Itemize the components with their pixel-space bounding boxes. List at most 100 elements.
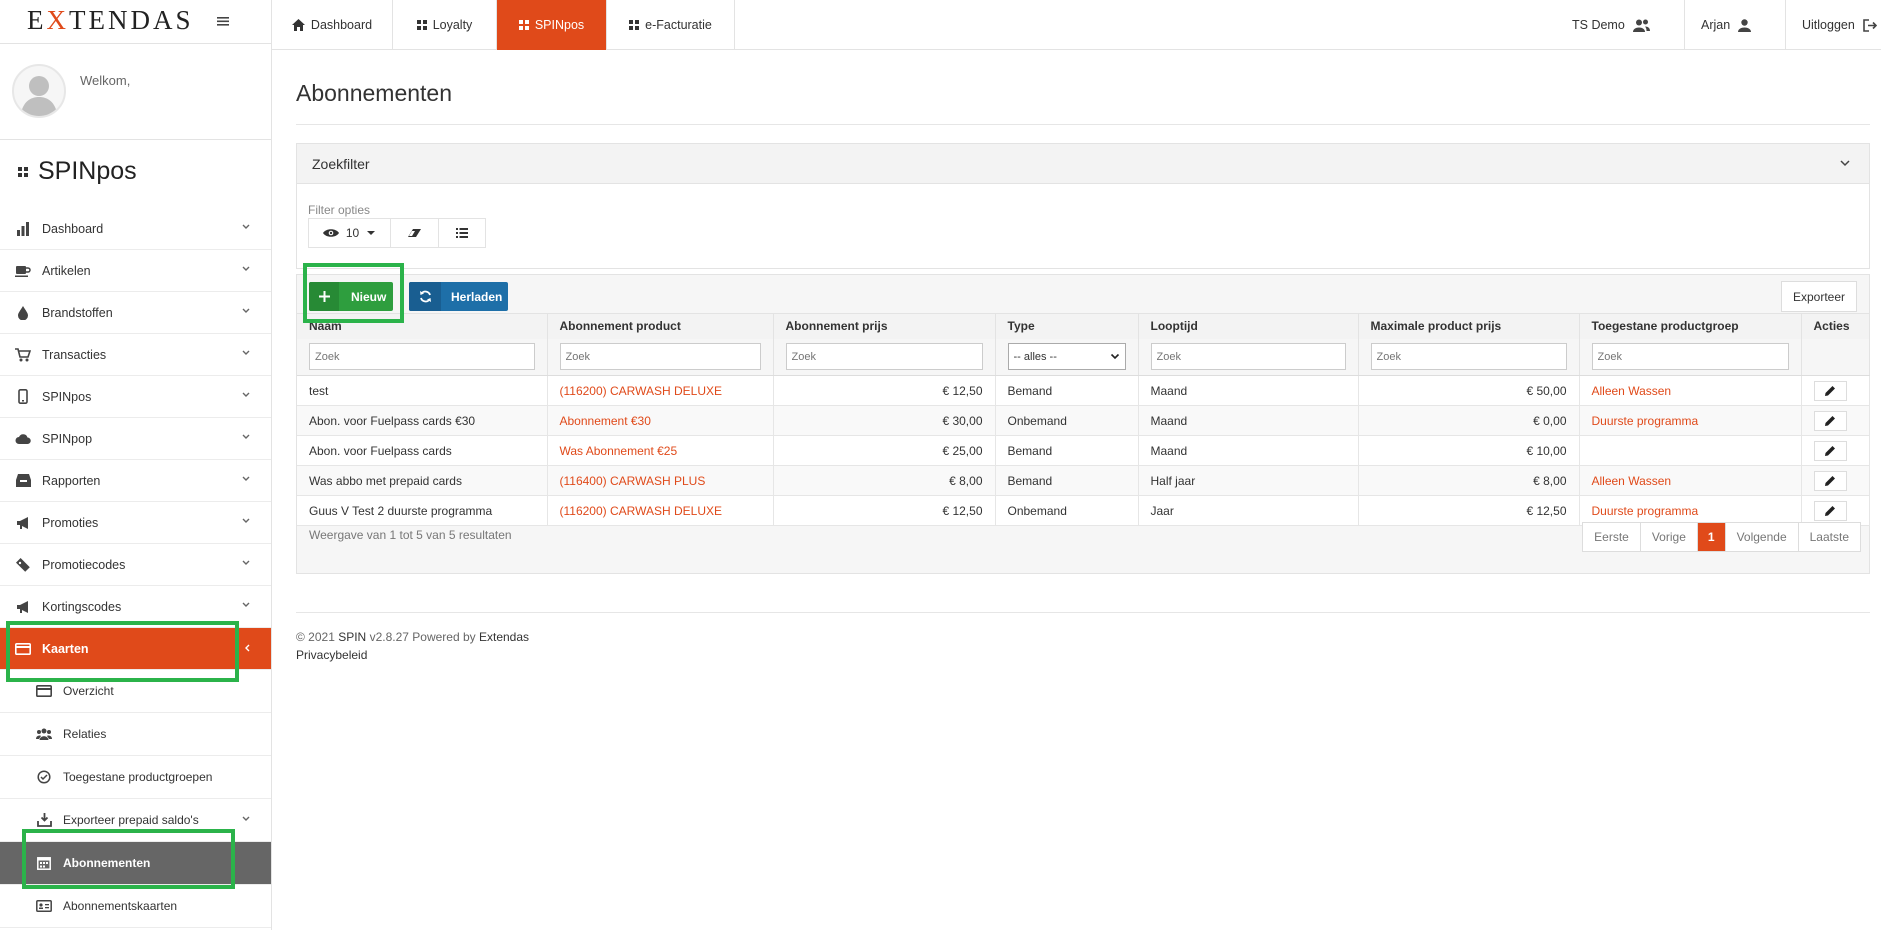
- cell-naam: Abon. voor Fuelpass cards €30: [297, 405, 548, 436]
- column-header-maximale-product-prijs[interactable]: Maximale product prijs: [1358, 313, 1580, 339]
- product-link[interactable]: Was Abonnement €25: [560, 444, 678, 458]
- search-input-looptijd[interactable]: [1150, 343, 1346, 371]
- privacy-link[interactable]: Privacybeleid: [296, 648, 367, 662]
- filter-panel: Zoekfilter Filter opties 10: [296, 143, 1870, 269]
- logout-link[interactable]: Uitloggen: [1785, 0, 1881, 50]
- sidebar-subitem-exporteer-prepaid[interactable]: Exporteer prepaid saldo's: [0, 799, 271, 842]
- edit-button[interactable]: [1813, 500, 1847, 521]
- productgroup-link[interactable]: Duurste programma: [1592, 504, 1699, 518]
- sidebar-item-kaarten[interactable]: Kaarten: [0, 628, 271, 670]
- filter-toolbar: 10: [308, 218, 486, 248]
- pagination-next[interactable]: Volgende: [1726, 523, 1799, 551]
- sidebar-subitem-label: Toegestane productgroepen: [63, 770, 213, 784]
- chevron-down-icon: [242, 560, 250, 565]
- refresh-icon: [409, 282, 441, 311]
- footer-company-link[interactable]: Extendas: [479, 630, 529, 644]
- column-header-naam[interactable]: Naam: [297, 313, 548, 339]
- cell-max-prijs: € 8,00: [1358, 465, 1580, 496]
- edit-button[interactable]: [1813, 440, 1847, 461]
- chevron-down-icon: [242, 602, 250, 607]
- sidebar-item-rapporten[interactable]: Rapporten: [0, 460, 271, 502]
- sidebar-item-dashboard[interactable]: Dashboard: [0, 208, 271, 250]
- edit-button[interactable]: [1813, 410, 1847, 431]
- sidebar-subitem-label: Abonnementen: [63, 856, 151, 870]
- new-button[interactable]: Nieuw: [309, 282, 393, 311]
- product-link[interactable]: (116200) CARWASH DELUXE: [560, 504, 723, 518]
- sidebar-item-brandstoffen[interactable]: Brandstoffen: [0, 292, 271, 334]
- tab-spinpos[interactable]: SPINpos: [497, 0, 607, 50]
- column-toggle-button[interactable]: [439, 219, 485, 247]
- column-header-abonnement-product[interactable]: Abonnement product: [547, 313, 774, 339]
- logout-icon: [1863, 18, 1877, 32]
- sidebar-subitem-overzicht[interactable]: Overzicht: [0, 670, 271, 713]
- credit-card-icon: [35, 683, 53, 699]
- tab-loyalty[interactable]: Loyalty: [393, 0, 497, 50]
- tab-label: Dashboard: [310, 18, 373, 32]
- megaphone-icon: [14, 515, 32, 531]
- pencil-icon: [1825, 445, 1835, 456]
- column-header-type[interactable]: Type: [995, 313, 1139, 339]
- reload-button[interactable]: Herladen: [409, 282, 508, 311]
- sidebar-item-kortingscodes[interactable]: Kortingscodes: [0, 586, 271, 628]
- cell-prijs: € 8,00: [773, 465, 996, 496]
- sidebar-subitem-toegestane-productgroepen[interactable]: Toegestane productgroepen: [0, 756, 271, 799]
- sidebar-item-promotiecodes[interactable]: Promotiecodes: [0, 544, 271, 586]
- sidebar-subitem-abonnementskaarten[interactable]: Abonnementskaarten: [0, 885, 271, 928]
- top-navigation: Dashboard Loyalty SPINpos e-Facturatie T…: [272, 0, 1881, 50]
- eraser-icon: [407, 229, 421, 237]
- tab-label: Loyalty: [432, 18, 473, 32]
- productgroup-link[interactable]: Duurste programma: [1592, 414, 1699, 428]
- grid-icon: [416, 20, 427, 30]
- cell-type: Onbemand: [995, 495, 1139, 526]
- sidebar-item-promoties[interactable]: Promoties: [0, 502, 271, 544]
- footer-product: SPIN: [338, 630, 367, 644]
- sidebar-item-spinpos[interactable]: SPINpos: [0, 376, 271, 418]
- productgroup-link[interactable]: Alleen Wassen: [1592, 474, 1672, 488]
- company-switcher[interactable]: TS Demo: [1572, 0, 1666, 50]
- column-header-looptijd[interactable]: Looptijd: [1138, 313, 1359, 339]
- sidebar-item-label: Artikelen: [42, 263, 91, 278]
- sidebar-subitem-relaties[interactable]: Relaties: [0, 713, 271, 756]
- clear-filter-button[interactable]: [391, 219, 439, 247]
- chevron-down-icon: [242, 434, 250, 439]
- coffee-cup-icon: [14, 263, 32, 279]
- sidebar-item-transacties[interactable]: Transacties: [0, 334, 271, 376]
- productgroup-link[interactable]: Alleen Wassen: [1592, 384, 1672, 398]
- chevron-down-icon: [242, 518, 250, 523]
- product-link[interactable]: (116200) CARWASH DELUXE: [560, 384, 723, 398]
- type-filter-select[interactable]: -- alles --: [1007, 343, 1126, 371]
- user-menu[interactable]: Arjan: [1684, 0, 1767, 50]
- page-size-value: 10: [345, 226, 360, 240]
- search-input-max-prijs[interactable]: [1370, 343, 1567, 371]
- edit-button[interactable]: [1813, 470, 1847, 491]
- pagination-first[interactable]: Eerste: [1583, 523, 1641, 551]
- cell-type: Onbemand: [995, 405, 1139, 436]
- pagination-current-page[interactable]: 1: [1697, 523, 1726, 551]
- pagination-last[interactable]: Laatste: [1799, 523, 1860, 551]
- tab-e-facturatie[interactable]: e-Facturatie: [607, 0, 735, 50]
- pagination: Eerste Vorige 1 Volgende Laatste: [1582, 522, 1861, 552]
- search-input-prijs[interactable]: [785, 343, 983, 371]
- search-input-product[interactable]: [559, 343, 761, 371]
- sidebar-subitem-abonnementen[interactable]: Abonnementen: [0, 842, 271, 885]
- search-input-naam[interactable]: [309, 343, 535, 371]
- sidebar-item-spinpop[interactable]: SPINpop: [0, 418, 271, 460]
- product-link[interactable]: Abonnement €30: [560, 414, 651, 428]
- product-link[interactable]: (116400) CARWASH PLUS: [560, 474, 706, 488]
- chevron-down-icon: [242, 308, 250, 313]
- cell-naam: Was abbo met prepaid cards: [297, 465, 548, 496]
- logo[interactable]: EXTENDAS: [27, 5, 194, 36]
- chevron-down-icon: [242, 816, 250, 821]
- search-input-productgroep[interactable]: [1591, 343, 1789, 371]
- export-button[interactable]: Exporteer: [1781, 281, 1857, 312]
- edit-button[interactable]: [1813, 380, 1847, 401]
- page-size-dropdown[interactable]: 10: [309, 219, 391, 247]
- tab-dashboard[interactable]: Dashboard: [272, 0, 393, 50]
- sidebar-item-artikelen[interactable]: Artikelen: [0, 250, 271, 292]
- filter-panel-header[interactable]: Zoekfilter: [297, 144, 1869, 184]
- pagination-prev[interactable]: Vorige: [1641, 523, 1698, 551]
- column-header-abonnement-prijs[interactable]: Abonnement prijs: [773, 313, 996, 339]
- column-header-toegestane-productgroep[interactable]: Toegestane productgroep: [1579, 313, 1802, 339]
- cart-icon: [14, 347, 32, 363]
- hamburger-menu-icon[interactable]: [214, 12, 232, 30]
